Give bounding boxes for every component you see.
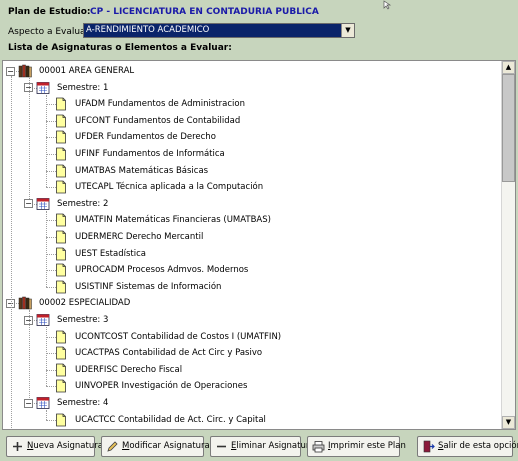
document-icon [56, 180, 66, 194]
document-icon [56, 346, 66, 360]
minus-icon [217, 445, 226, 448]
nueva-asignatura-button[interactable]: Nueva Asignatura [6, 436, 103, 457]
document-icon [56, 130, 66, 144]
document-icon [56, 379, 66, 393]
tree-vertical-connector [29, 78, 30, 199]
books-icon [18, 297, 32, 310]
tree-subject-label: UDERFISC Derecho Fiscal [75, 364, 183, 375]
tree-vertical-connector [46, 410, 47, 420]
dropdown-arrow-icon[interactable]: ▼ [341, 24, 354, 37]
eliminar-asignatura-button[interactable]: Eliminar Asignatura [210, 436, 315, 457]
tree-subject-label: UFINF Fundamentos de Informática [75, 149, 225, 159]
document-icon [56, 413, 66, 426]
calendar-icon [36, 81, 50, 94]
tree-semester-label: Semestre: 4 [57, 398, 109, 408]
aspecto-a-evaluar-select[interactable]: A-RENDIMIENTO ACADEMICO ▼ [83, 23, 355, 38]
tree-subject-label: UFDER Fundamentos de Derecho [75, 132, 216, 143]
tree-subject-label: UMATFIN Matemáticas Financieras (UMATBAS… [75, 215, 271, 226]
tree-vertical-connector [46, 327, 47, 387]
button-bar: Nueva Asignatura Modificar Asignatura El… [0, 432, 518, 461]
tree-subject-label: UPROCADM Procesos Admvos. Modernos [75, 265, 249, 276]
aspecto-a-evaluar-value: A-RENDIMIENTO ACADEMICO [86, 25, 210, 35]
document-icon [56, 114, 66, 128]
document-icon [56, 147, 66, 161]
tree-vertical-connector [46, 210, 47, 287]
books-icon [18, 64, 32, 78]
document-icon [56, 97, 66, 111]
scrollbar-thumb[interactable] [502, 74, 515, 182]
tree-subject-label: UDERMERC Derecho Mercantil [75, 232, 204, 242]
calendar-icon [36, 397, 50, 409]
tree-area-1-label: 00001 AREA GENERAL [39, 66, 135, 76]
plus-icon [13, 442, 22, 451]
tree-subject-label: UMATBAS Matemáticas Básicas [75, 165, 209, 176]
document-icon [56, 330, 66, 343]
tree-area-2-label: 00002 ESPECIALIDAD [39, 298, 131, 309]
exit-door-icon [423, 440, 435, 453]
document-icon [56, 263, 66, 277]
collapse-area-toggle[interactable]: − [6, 66, 15, 76]
tree-subject-label: UEST Estadística [75, 248, 146, 259]
collapse-semester-toggle[interactable]: − [24, 199, 33, 209]
tree-subject-label: USISTINF Sistemas de Información [75, 281, 222, 292]
collapse-semester-toggle[interactable]: − [24, 398, 33, 408]
tree-subject-label: UCACTCC Contabilidad de Act. Circ. y Cap… [75, 414, 266, 425]
tree-semester-label: Semestre: 3 [57, 315, 109, 325]
tree-semester-label: Semestre: 1 [57, 82, 109, 93]
scroll-up-icon[interactable]: ▲ [502, 61, 515, 74]
document-icon [56, 164, 66, 177]
tree-subject-label: UTECAPL Técnica aplicada a la Computació… [75, 182, 264, 193]
document-icon [56, 363, 66, 377]
tree-vertical-connector [29, 310, 30, 398]
salir-button[interactable]: Salir de esta opción [417, 436, 518, 457]
scroll-down-icon[interactable]: ▼ [502, 416, 515, 429]
tree-vertical-connector [11, 76, 12, 429]
calendar-icon [36, 197, 50, 210]
plan-de-estudio-label: Plan de Estudio: [8, 7, 91, 17]
mouse-cursor-icon [383, 0, 392, 10]
tree-subject-label: UFADM Fundamentos de Administracion [75, 99, 245, 110]
imprimir-plan-button[interactable]: Imprimir este Plan [307, 436, 406, 457]
tree-subject-label: UCACTPAS Contabilidad de Act Circ y Pasi… [75, 348, 263, 359]
document-icon [56, 280, 66, 294]
document-icon [56, 247, 66, 260]
document-icon [56, 213, 66, 227]
calendar-icon [36, 314, 50, 326]
tree-semester-label: Semestre: 2 [57, 198, 109, 209]
tree-content: − 00001 AREA GENERAL − Semestre: 1 UFADM Fun… [3, 61, 501, 429]
modificar-asignatura-button[interactable]: Modificar Asignatura [101, 436, 210, 457]
plan-de-estudio-value: CP - LICENCIATURA EN CONTADURIA PUBLICA [90, 7, 319, 17]
tree-subject-label: UCONTCOST Contabilidad de Costos I (UMAT… [75, 331, 282, 342]
document-icon [56, 230, 66, 244]
asignaturas-tree[interactable]: − 00001 AREA GENERAL − Semestre: 1 UFADM Fun… [2, 60, 516, 430]
pencil-icon [107, 441, 118, 452]
tree-subject-label: UFCONT Fundamentos de Contabilidad [75, 115, 241, 126]
tree-vertical-connector [46, 94, 47, 188]
lista-asignaturas-label: Lista de Asignaturas o Elementos a Evalu… [8, 43, 232, 53]
tree-subject-label: UINVOPER Investigación de Operaciones [75, 381, 248, 392]
printer-icon [312, 441, 325, 453]
aspecto-a-evaluar-label: Aspecto a Evaluar [8, 27, 90, 37]
vertical-scrollbar[interactable]: ▲ ▼ [501, 61, 515, 429]
